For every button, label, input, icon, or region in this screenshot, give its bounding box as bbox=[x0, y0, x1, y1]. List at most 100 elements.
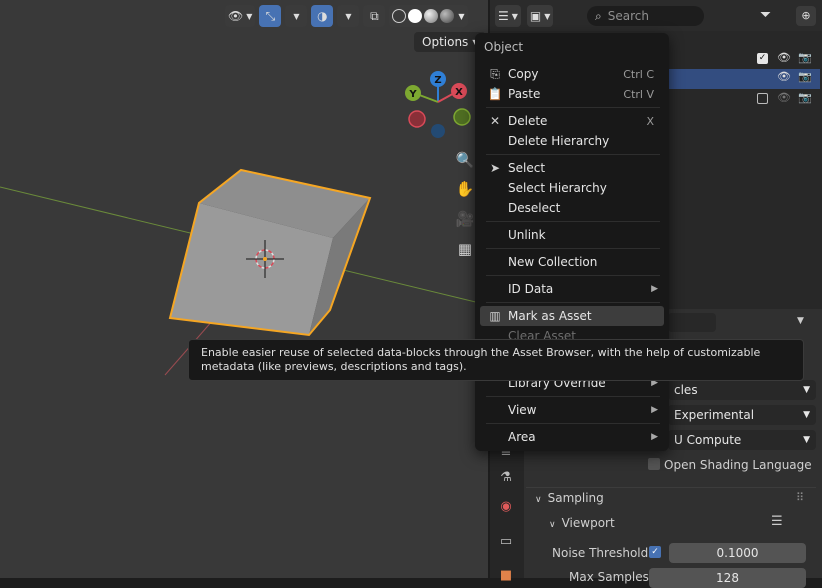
checkbox-unchecked-icon[interactable] bbox=[757, 93, 768, 104]
visibility-dropdown[interactable]: 👁 ▼ bbox=[225, 5, 256, 27]
chevron-down-icon: ▼ bbox=[803, 385, 810, 395]
outliner-row[interactable]: ✓ 👁 📷 bbox=[668, 50, 820, 70]
menu-item-shortcut: X bbox=[646, 114, 654, 128]
menu-item-id-data[interactable]: ID Data ▶ bbox=[480, 279, 664, 299]
editor-type-button[interactable]: ☰ ▼ bbox=[495, 5, 521, 27]
menu-item-view[interactable]: View ▶ bbox=[480, 400, 664, 420]
drag-handle-icon[interactable]: ⠿ bbox=[796, 491, 804, 504]
presets-list-icon[interactable]: ☰ bbox=[771, 514, 783, 529]
osl-label: Open Shading Language bbox=[664, 458, 812, 472]
collection-tab-icon[interactable]: ▭ bbox=[497, 532, 515, 550]
noise-threshold-value: 0.1000 bbox=[716, 546, 759, 560]
shading-modes: ▼ bbox=[389, 5, 468, 27]
menu-item-delete-hierarchy[interactable]: Delete Hierarchy bbox=[480, 131, 664, 151]
gizmo-y-label: Y bbox=[408, 89, 417, 100]
menu-item-deselect[interactable]: Deselect bbox=[480, 198, 664, 218]
viewport-scene: Z Y X bbox=[0, 71, 488, 376]
world-tab-icon[interactable]: ◉ bbox=[497, 497, 515, 515]
search-input[interactable]: ⌕ Search bbox=[587, 6, 704, 26]
panel-divider bbox=[526, 487, 816, 488]
camera-icon[interactable]: 📷 bbox=[798, 91, 812, 104]
chevron-down-icon[interactable]: ▼ bbox=[797, 316, 804, 326]
menu-item-delete[interactable]: ✕ Delete X bbox=[480, 111, 664, 131]
search-icon: ⌕ bbox=[595, 8, 602, 23]
eye-icon[interactable]: 👁 bbox=[777, 91, 791, 104]
noise-threshold-field[interactable]: 0.1000 bbox=[669, 543, 806, 563]
checkbox-checked-icon[interactable]: ✓ bbox=[757, 53, 768, 64]
paste-icon: 📋 bbox=[487, 87, 503, 101]
menu-separator bbox=[486, 248, 660, 249]
menu-item-paste[interactable]: 📋 Paste Ctrl V bbox=[480, 84, 664, 104]
menu-item-copy[interactable]: ⎘ Copy Ctrl C bbox=[480, 64, 664, 84]
menu-item-label: View bbox=[508, 403, 537, 417]
device-dropdown[interactable]: U Compute ▼ bbox=[668, 430, 816, 450]
menu-item-label: ID Data bbox=[508, 282, 554, 296]
rendered-shading-icon[interactable] bbox=[440, 9, 455, 23]
menu-item-label: Paste bbox=[508, 87, 541, 101]
menu-item-label: Area bbox=[508, 430, 536, 444]
filter-icon[interactable]: ⏷ bbox=[760, 7, 771, 23]
menu-item-select[interactable]: ➤ Select bbox=[480, 158, 664, 178]
chevron-down-icon: ▼ bbox=[803, 410, 810, 420]
image-icon: ▣ bbox=[529, 9, 542, 23]
cube-mesh bbox=[168, 168, 372, 337]
chevron-down-icon: ∨ bbox=[549, 520, 556, 530]
eye-icon: 👁 bbox=[228, 9, 244, 23]
noise-threshold-checkbox[interactable]: ✓ bbox=[649, 546, 661, 558]
material-shading-icon[interactable] bbox=[424, 9, 439, 23]
osl-checkbox[interactable] bbox=[648, 458, 660, 470]
chevron-down-icon[interactable]: ▼ bbox=[458, 12, 464, 21]
chevron-down-icon: ▼ bbox=[345, 11, 352, 21]
menu-title: Object bbox=[484, 40, 524, 54]
max-samples-value: 128 bbox=[716, 571, 739, 585]
properties-search-field[interactable] bbox=[668, 313, 716, 332]
menu-item-label: Deselect bbox=[508, 201, 561, 215]
gizmo-toggle[interactable]: ⤡ bbox=[259, 5, 282, 27]
sampling-panel-header[interactable]: ∨ Sampling bbox=[535, 491, 604, 505]
object-tab-icon[interactable]: ■ bbox=[497, 566, 515, 584]
overlay-icon: ◑ bbox=[317, 9, 328, 23]
tooltip: Enable easier reuse of selected data-blo… bbox=[188, 339, 804, 381]
menu-item-label: New Collection bbox=[508, 255, 598, 269]
camera-icon[interactable]: 📷 bbox=[798, 51, 812, 64]
gizmo-dropdown[interactable]: ▼ bbox=[285, 5, 308, 27]
max-samples-label: Max Samples bbox=[569, 570, 649, 584]
xray-icon: ⧉ bbox=[370, 8, 379, 23]
wireframe-shading-icon[interactable] bbox=[392, 9, 407, 23]
solid-shading-icon[interactable] bbox=[408, 9, 423, 23]
menu-item-label: Mark as Asset bbox=[508, 309, 592, 323]
overlay-dropdown[interactable]: ▼ bbox=[337, 5, 360, 27]
menu-item-new-collection[interactable]: New Collection bbox=[480, 252, 664, 272]
menu-item-label: Select bbox=[508, 161, 546, 175]
camera-icon[interactable]: 📷 bbox=[798, 70, 812, 83]
viewport-subpanel-header[interactable]: ∨ Viewport bbox=[549, 516, 615, 530]
delete-icon: ✕ bbox=[489, 114, 501, 128]
outliner-row-selected[interactable]: 👁 📷 bbox=[668, 69, 820, 89]
menu-item-label: Copy bbox=[508, 67, 539, 81]
menu-item-mark-as-asset[interactable]: ▥ Mark as Asset bbox=[480, 306, 664, 326]
display-mode-button[interactable]: ▣ ▼ bbox=[526, 5, 554, 27]
menu-item-unlink[interactable]: Unlink bbox=[480, 225, 664, 245]
eye-icon[interactable]: 👁 bbox=[777, 70, 791, 83]
menu-separator bbox=[486, 423, 660, 424]
sampling-label: Sampling bbox=[547, 491, 604, 505]
render-engine-dropdown[interactable]: cles ▼ bbox=[668, 380, 816, 400]
asset-icon: ▥ bbox=[489, 309, 501, 323]
overlay-toggle[interactable]: ◑ bbox=[311, 5, 334, 27]
eye-icon[interactable]: 👁 bbox=[777, 51, 791, 64]
noise-threshold-label: Noise Threshold bbox=[552, 546, 649, 560]
render-engine-value: cles bbox=[674, 383, 698, 397]
max-samples-field[interactable]: 128 bbox=[649, 568, 806, 588]
menu-item-label: Delete Hierarchy bbox=[508, 134, 610, 148]
new-collection-icon[interactable]: ⊕ bbox=[796, 6, 816, 26]
gizmo-z-label: Z bbox=[434, 75, 441, 86]
physics-tab-icon[interactable]: ⚗ bbox=[497, 468, 515, 486]
submenu-arrow-icon: ▶ bbox=[651, 405, 658, 415]
submenu-arrow-icon: ▶ bbox=[651, 432, 658, 442]
xray-toggle[interactable]: ⧉ bbox=[363, 5, 386, 27]
feature-set-dropdown[interactable]: Experimental ▼ bbox=[668, 405, 816, 425]
menu-item-select-hierarchy[interactable]: Select Hierarchy bbox=[480, 178, 664, 198]
3d-viewport[interactable]: Z Y X 👁▼ ⤡ ▼ ◑ ▼ ⧉ ▼ Options▼ 🔍 ✋ 🎥 ▦ bbox=[0, 0, 488, 578]
outliner-row[interactable]: 👁 📷 bbox=[668, 90, 820, 110]
menu-item-area[interactable]: Area ▶ bbox=[480, 427, 664, 447]
